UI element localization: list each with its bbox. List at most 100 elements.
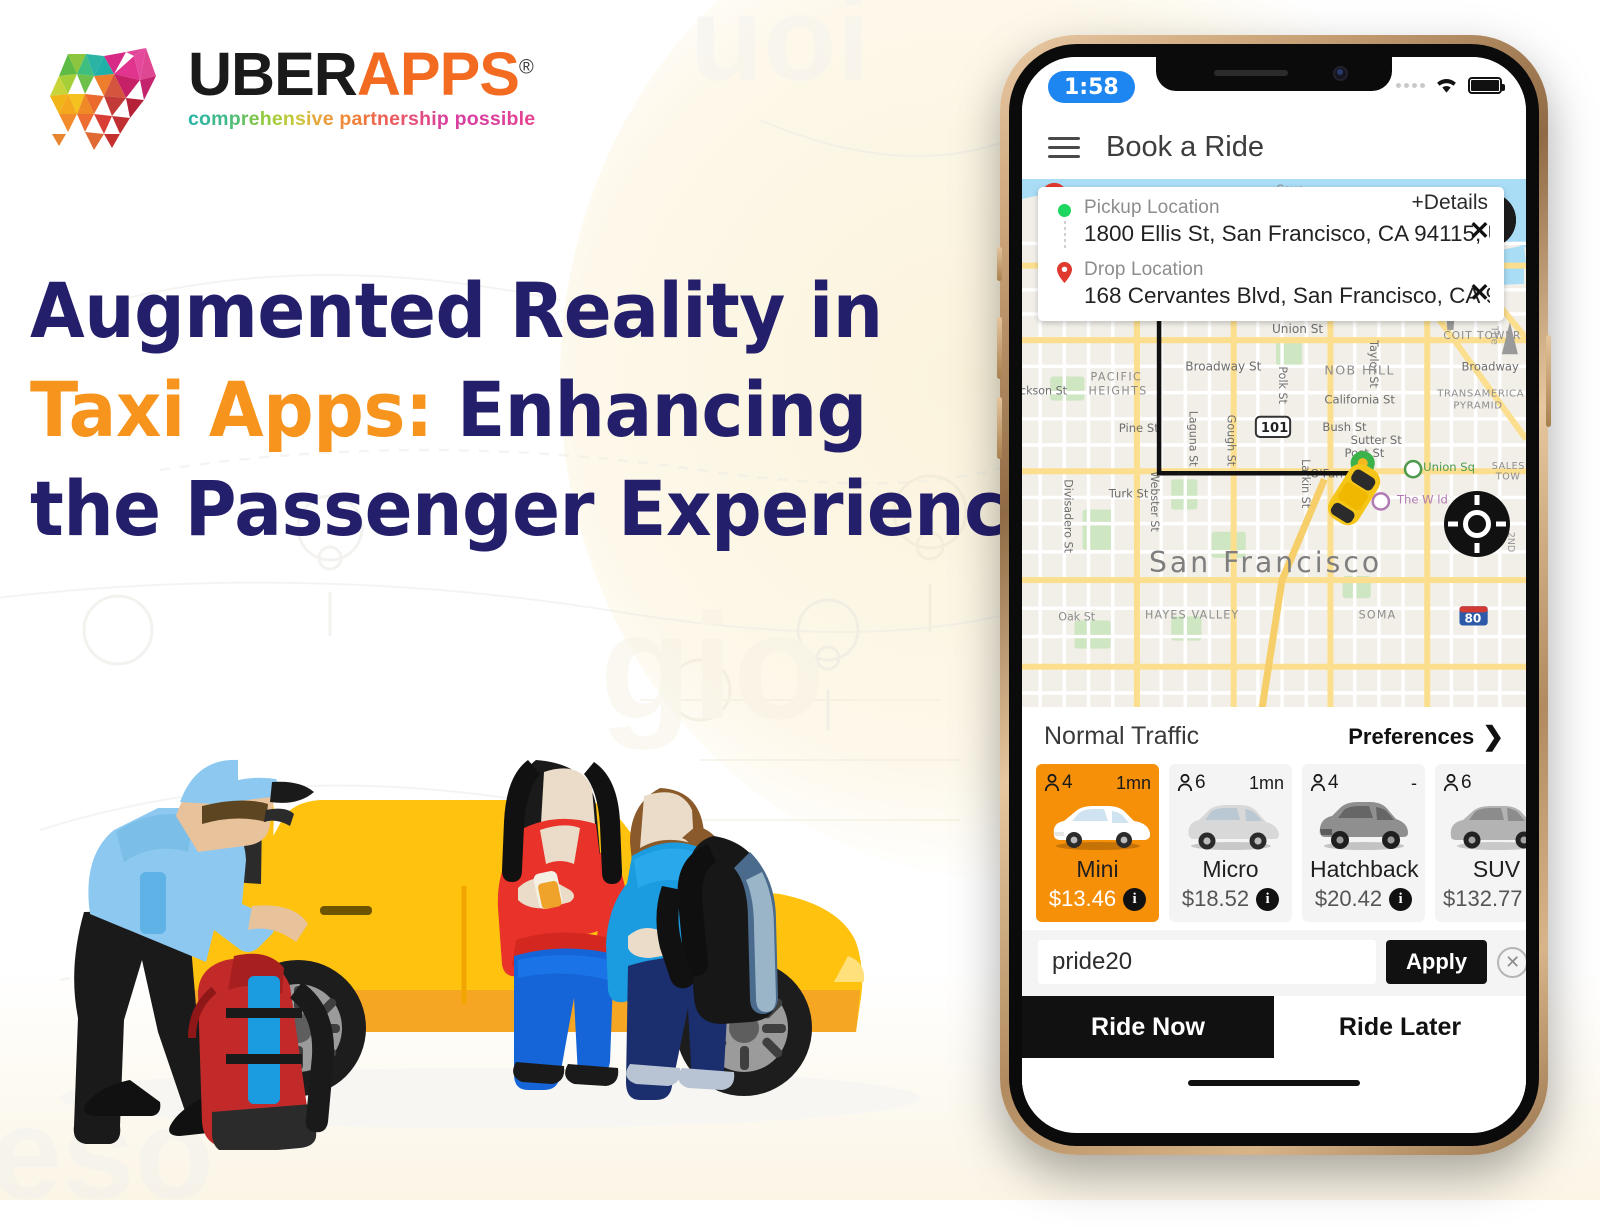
pickup-location-row[interactable]: Pickup Location 1800 Ellis St, San Franc… — [1038, 197, 1504, 249]
pickup-location-label: Pickup Location — [1084, 197, 1220, 218]
vehicle-capacity-hatchback: 4 — [1310, 772, 1339, 794]
info-icon[interactable]: i — [1256, 887, 1280, 911]
highway-shield-101: 101 — [1254, 415, 1292, 438]
booking-sheet: Normal Traffic Preferences ❯ 4 1mn Mini … — [1022, 707, 1526, 1108]
vehicle-image-hatchback — [1310, 796, 1417, 854]
svg-text:Turk St: Turk St — [1108, 486, 1149, 500]
vehicle-capacity-micro: 6 — [1177, 772, 1206, 794]
svg-text:The: The — [1489, 325, 1500, 345]
apply-promo-button[interactable]: Apply — [1386, 940, 1488, 984]
hamburger-menu-icon[interactable] — [1048, 136, 1080, 158]
vehicle-price-row-micro: $18.52 i — [1177, 886, 1284, 912]
phone-screen: 1:58 Book a Ride Union St Taylor St COIT… — [1022, 57, 1526, 1133]
phone-volume-up-button[interactable] — [997, 317, 1002, 379]
close-circle-icon[interactable]: ✕ — [1497, 946, 1526, 978]
vehicle-card-hatchback[interactable]: 4 - Hatchback $20.42 i — [1302, 764, 1425, 922]
headline-accent: Taxi Apps: — [30, 364, 433, 454]
svg-text:SOMA: SOMA — [1359, 608, 1397, 621]
svg-text:Pine St: Pine St — [1119, 421, 1159, 435]
vehicle-name-micro: Micro — [1202, 856, 1259, 882]
svg-text:ckson St: ckson St — [1022, 385, 1068, 398]
svg-text:80: 80 — [1465, 611, 1482, 625]
vehicle-capacity-suv: 6 — [1443, 772, 1472, 794]
tab-ride-later[interactable]: Ride Later — [1274, 996, 1526, 1058]
chevron-right-icon: ❯ — [1482, 721, 1504, 751]
svg-text:HEIGHTS: HEIGHTS — [1089, 385, 1148, 398]
vehicle-options-list[interactable]: 4 1mn Mini $13.46 i 6 1mn Micro $18.52 i… — [1022, 762, 1526, 930]
vehicle-card-micro[interactable]: 6 1mn Micro $18.52 i — [1169, 764, 1292, 922]
logo-registered-mark: ® — [518, 56, 534, 79]
info-icon[interactable]: i — [1123, 887, 1147, 911]
traffic-status: Normal Traffic — [1044, 722, 1200, 750]
logo-word-apps: APPS — [356, 40, 520, 108]
drop-location-label: Drop Location — [1084, 259, 1204, 280]
svg-text:Union Sq: Union Sq — [1423, 460, 1475, 474]
phone-power-button[interactable] — [1546, 335, 1551, 427]
svg-text:Broadway: Broadway — [1461, 359, 1519, 373]
status-indicators — [1396, 75, 1505, 95]
svg-text:Gough St: Gough St — [1225, 415, 1238, 467]
green-dot-icon — [1058, 204, 1071, 217]
recenter-target-icon[interactable] — [1444, 491, 1510, 557]
drop-clear-icon[interactable]: ✕ — [1469, 281, 1490, 306]
app-bar: Book a Ride — [1022, 115, 1526, 179]
svg-text:The W ld: The W ld — [1396, 492, 1448, 506]
vehicle-eta-mini: 1mn — [1115, 772, 1151, 793]
map-view[interactable]: Cove Ghirardelli Square Fort Mason Bay S… — [1022, 179, 1526, 707]
person-icon — [1443, 774, 1459, 792]
headline-line-2-rest: Enhancing — [432, 364, 867, 454]
taxi-illustration: TAXI — [20, 660, 1000, 1154]
svg-text:Webster St: Webster St — [1148, 471, 1161, 532]
app-bar-title: Book a Ride — [1106, 130, 1264, 163]
ride-timing-tabs[interactable]: Ride Now Ride Later — [1022, 996, 1526, 1058]
logo-wordmark: UBERAPPS® comprehensive partnership poss… — [188, 26, 535, 131]
vehicle-image-micro — [1177, 796, 1284, 854]
svg-text:TOW: TOW — [1495, 471, 1521, 482]
svg-text:Bush St: Bush St — [1322, 420, 1367, 434]
vehicle-card-mini[interactable]: 4 1mn Mini $13.46 i — [1036, 764, 1159, 922]
wifi-icon — [1437, 79, 1456, 93]
capacity-value: 6 — [1461, 772, 1472, 793]
uberapps-logo[interactable]: UBERAPPS® comprehensive partnership poss… — [28, 26, 535, 154]
phone-mute-switch[interactable] — [997, 247, 1002, 281]
vehicle-name-suv: SUV — [1472, 856, 1521, 882]
pickup-clear-icon[interactable]: ✕ — [1469, 219, 1490, 244]
svg-text:Divisadero St: Divisadero St — [1061, 479, 1074, 553]
watermark-text-top: uoi — [690, 0, 870, 106]
svg-text:TRANSAMERICA: TRANSAMERICA — [1436, 389, 1524, 400]
signal-dots-icon — [1396, 82, 1425, 88]
battery-icon — [1468, 76, 1505, 94]
svg-text:Sutter St: Sutter St — [1351, 433, 1403, 447]
capacity-value: 4 — [1062, 772, 1073, 793]
logo-word-uber: UBER — [188, 40, 358, 108]
drop-location-row[interactable]: Drop Location 168 Cervantes Blvd, San Fr… — [1038, 259, 1504, 309]
phone-volume-down-button[interactable] — [997, 397, 1002, 459]
red-pin-icon — [1057, 262, 1072, 283]
vehicle-name-hatchback: Hatchback — [1310, 856, 1419, 882]
vehicle-name-mini: Mini — [1076, 856, 1119, 882]
vehicle-price-row-mini: $13.46 i — [1044, 886, 1151, 912]
svg-text:HAYES VALLEY: HAYES VALLEY — [1145, 608, 1239, 621]
vehicle-price-mini: $13.46 — [1048, 886, 1117, 911]
capacity-value: 6 — [1195, 772, 1206, 793]
svg-text:Laguna St: Laguna St — [1186, 411, 1199, 467]
svg-text:Union St: Union St — [1272, 322, 1323, 336]
pickup-location-value: 1800 Ellis St, San Francisco, CA 94115, … — [1084, 221, 1490, 246]
front-camera-icon — [1333, 66, 1348, 81]
headline-line-1: Augmented Reality in — [30, 266, 883, 355]
vehicle-card-suv[interactable]: 6 SUV $132.77 i — [1435, 764, 1526, 922]
info-icon[interactable]: i — [1389, 887, 1413, 911]
phone-notch — [1156, 57, 1392, 91]
vehicle-price-row-hatchback: $20.42 i — [1310, 886, 1417, 912]
promo-code-input[interactable] — [1038, 940, 1376, 984]
tab-ride-now[interactable]: Ride Now — [1022, 996, 1274, 1058]
vehicle-price-micro: $18.52 — [1181, 886, 1250, 911]
vehicle-image-mini — [1044, 796, 1151, 854]
vehicle-image-suv — [1443, 796, 1526, 854]
vehicle-capacity-mini: 4 — [1044, 772, 1073, 794]
preferences-button[interactable]: Preferences ❯ — [1348, 721, 1504, 752]
vehicle-price-hatchback: $20.42 — [1314, 886, 1383, 911]
svg-text:Oak St: Oak St — [1058, 610, 1095, 623]
status-time: 1:58 — [1048, 71, 1135, 103]
preferences-label: Preferences — [1348, 723, 1475, 749]
